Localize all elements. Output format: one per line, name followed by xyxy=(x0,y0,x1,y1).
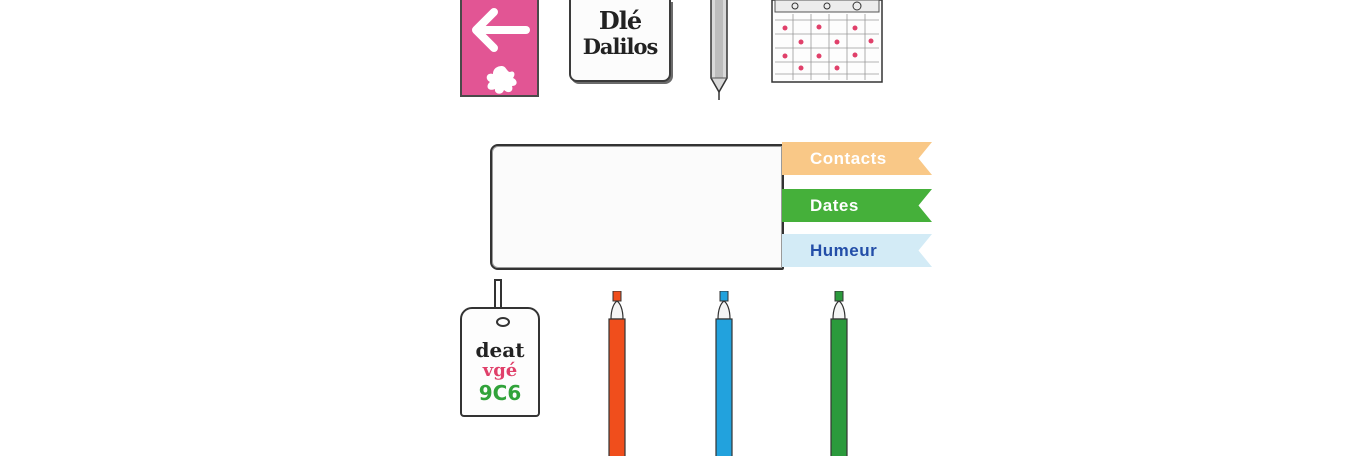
splash-icon xyxy=(486,66,517,94)
tab-humeur[interactable]: Humeur xyxy=(782,234,932,267)
tab-contacts[interactable]: Contacts xyxy=(782,142,932,175)
notebook-title-line1: Dlé xyxy=(598,6,642,35)
pen-icon[interactable] xyxy=(705,0,733,102)
main-panel xyxy=(490,144,784,270)
back-button[interactable] xyxy=(460,0,539,97)
notebook-title-line2: Dalilos xyxy=(582,34,659,59)
tag-string xyxy=(494,279,502,309)
blue-marker-icon[interactable] xyxy=(713,291,735,456)
red-marker-icon[interactable] xyxy=(606,291,628,456)
tag-text-line3: 9C6 xyxy=(478,381,522,405)
tab-dates[interactable]: Dates xyxy=(782,189,932,222)
tag-hole xyxy=(496,317,510,327)
tab-humeur-label: Humeur xyxy=(810,240,878,260)
tag-text-line1: deat xyxy=(475,338,525,362)
green-marker-icon[interactable] xyxy=(828,291,850,456)
tab-contacts-label: Contacts xyxy=(810,148,887,168)
calendar-icon[interactable] xyxy=(771,0,883,84)
tag-icon: deat vgé 9C6 xyxy=(460,307,540,417)
tag-text-line2: vgé xyxy=(482,360,518,381)
notebook-button[interactable]: Dlé Dalilos xyxy=(569,0,671,82)
tab-dates-label: Dates xyxy=(810,195,859,215)
arrow-left-icon xyxy=(472,8,530,52)
tag-button[interactable]: deat vgé 9C6 xyxy=(458,279,542,419)
